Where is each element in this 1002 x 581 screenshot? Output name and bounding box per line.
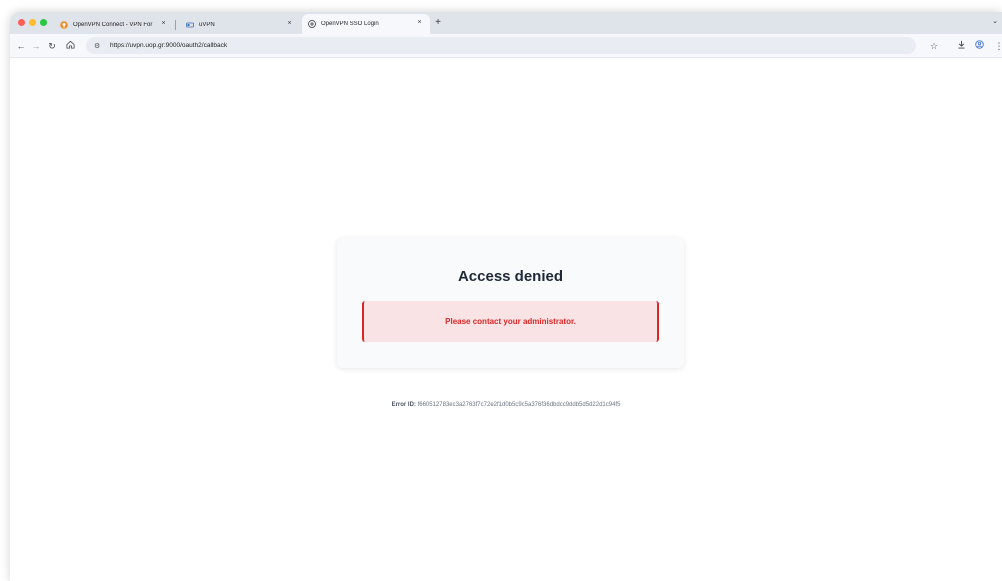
access-denied-card: Access denied Please contact your admini… [337,238,684,368]
error-id-line: Error ID: f660512783ec3a2763f7c72e2f1d0b… [10,402,1002,408]
profile-icon[interactable] [972,39,986,53]
openvpn-favicon-icon [60,20,68,29]
tab-strip: OpenVPN Connect - VPN For × uVPN × OpenV… [10,12,1002,34]
tab-close-icon[interactable]: × [159,19,168,28]
tab-title: uVPN [199,21,215,28]
address-bar[interactable]: ⚙ https://uvpn.uop.gr:9000/oauth2/callba… [86,37,916,54]
error-id-value: f660512783ec3a2763f7c72e2f1d0b5c9c5a376f… [417,402,621,408]
tab-openvpn-connect[interactable]: OpenVPN Connect - VPN For × [54,15,174,34]
page-title: Access denied [457,268,564,285]
tab-openvpn-sso-login[interactable]: OpenVPN SSO Login × [302,14,430,34]
page-content: Access denied Please contact your admini… [10,59,1002,581]
tab-title: OpenVPN Connect - VPN For [73,21,153,28]
error-alert: Please contact your administrator. [362,301,659,342]
reload-icon[interactable]: ↻ [45,39,59,53]
forward-icon[interactable]: → [29,39,43,53]
tab-uvpn[interactable]: uVPN × [180,15,300,34]
minimize-window-button[interactable] [29,19,36,26]
back-icon[interactable]: ← [14,39,28,53]
home-icon[interactable] [63,39,77,53]
toolbar: ← → ↻ ⚙ https://uvpn.uop.gr:9000/oauth2/… [10,34,1002,58]
maximize-window-button[interactable] [40,19,47,26]
uvpn-favicon-icon [186,21,194,29]
error-id-label: Error ID: [391,402,416,408]
bookmark-star-icon[interactable]: ☆ [927,39,941,53]
tab-close-icon[interactable]: × [285,19,294,28]
url-text[interactable]: https://uvpn.uop.gr:9000/oauth2/callback [110,42,227,49]
tab-search-chevron-icon[interactable]: ⌄ [992,17,998,25]
site-settings-icon[interactable]: ⚙ [94,42,104,50]
tab-separator [175,20,176,30]
tab-title: OpenVPN SSO Login [321,21,379,27]
close-window-button[interactable] [18,19,25,26]
download-icon[interactable] [954,39,968,53]
alert-message: Please contact your administrator. [445,317,576,326]
menu-icon[interactable]: ⋮ [992,39,1002,53]
sso-favicon-icon [308,20,316,28]
new-tab-button[interactable]: + [432,16,444,30]
browser-window: OpenVPN Connect - VPN For × uVPN × OpenV… [10,12,1002,581]
tab-close-icon[interactable]: × [415,18,424,27]
